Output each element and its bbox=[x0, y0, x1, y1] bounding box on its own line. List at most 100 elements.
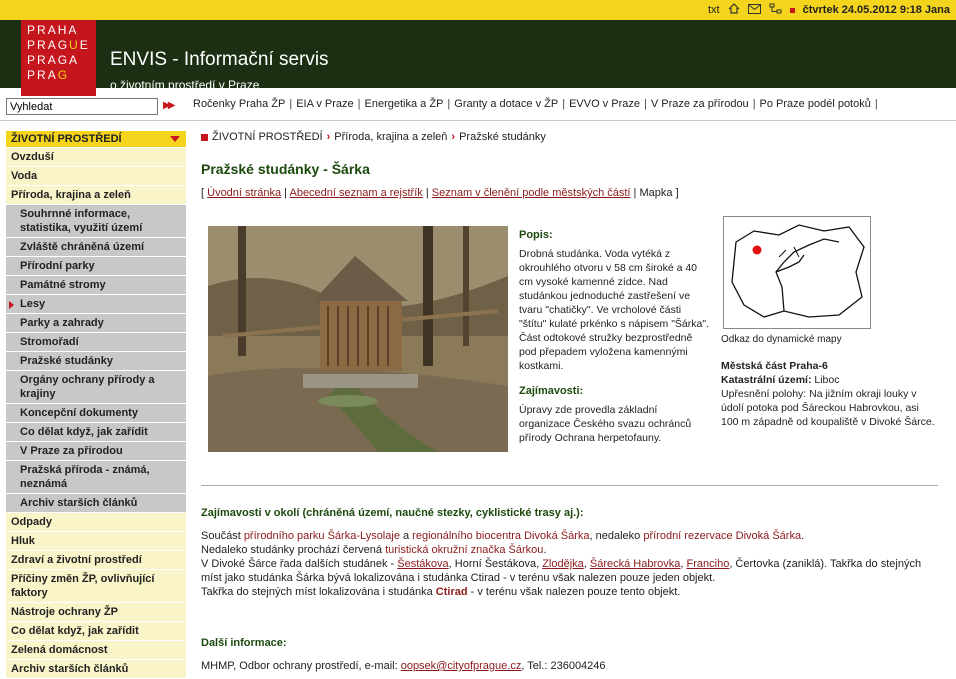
nav-item[interactable]: V Praze za přírodou bbox=[651, 98, 749, 110]
search-button[interactable]: ▶▶ bbox=[163, 100, 176, 111]
ctirad-link[interactable]: Ctirad bbox=[436, 586, 468, 598]
surroundings: Zajímavosti v okolí (chráněná území, nau… bbox=[201, 506, 941, 599]
nav-item[interactable]: Energetika a ŽP bbox=[365, 98, 444, 110]
sidebar-item[interactable]: Zelená domácnost bbox=[6, 641, 186, 660]
sidebar-item[interactable]: Pražská příroda - známá, neznámá bbox=[6, 461, 186, 494]
main-content: ŽIVOTNÍ PROSTŘEDÍ › Příroda, krajina a z… bbox=[201, 131, 941, 672]
logo-letter: A bbox=[47, 23, 58, 37]
sidebar-item[interactable]: Orgány ochrany přírody a krajiny bbox=[6, 371, 186, 404]
sidebar-item[interactable]: Voda bbox=[6, 167, 186, 186]
app-subtitle: o životním prostředí v Praze bbox=[110, 78, 260, 92]
location-detail: Upřesnění polohy: Na jižním okraji louky… bbox=[721, 388, 935, 428]
sidebar-item[interactable]: Odpady bbox=[6, 513, 186, 532]
nav-separator: | bbox=[289, 98, 293, 110]
nav-separator: | bbox=[357, 98, 361, 110]
spring-link[interactable]: Šestákova bbox=[397, 558, 448, 570]
biocentre-link[interactable]: regionálního biocentra Divoká Šárka bbox=[412, 530, 589, 542]
date-time: čtvrtek 24.05.2012 9:18 Jana bbox=[802, 4, 950, 16]
sitemap-icon[interactable] bbox=[769, 3, 782, 17]
divider bbox=[201, 485, 938, 486]
bracket: [ bbox=[201, 187, 205, 199]
spring-link[interactable]: Franciho bbox=[687, 558, 730, 570]
sidebar-item[interactable]: Co dělat když, jak zařídit bbox=[6, 622, 186, 641]
sidebar-item[interactable]: Památné stromy bbox=[6, 276, 186, 295]
logo-letter: P bbox=[27, 38, 38, 52]
nav-item[interactable]: Granty a dotace v ŽP bbox=[454, 98, 558, 110]
sidebar-item[interactable]: Souhrnné informace, statistika, využití … bbox=[6, 205, 186, 238]
chevron-right-icon: › bbox=[326, 131, 331, 143]
sidebar-item[interactable]: Přírodní parky bbox=[6, 257, 186, 276]
spring-photo bbox=[208, 226, 508, 452]
link-by-district[interactable]: Seznam v členění podle městských částí bbox=[432, 187, 631, 199]
sidebar-item[interactable]: Ovzduší bbox=[6, 148, 186, 167]
sep: | bbox=[284, 187, 288, 199]
spring-link[interactable]: Šárecká Habrovka bbox=[590, 558, 681, 570]
sidebar-item[interactable]: Zvláště chráněná území bbox=[6, 238, 186, 257]
spring-link[interactable]: Zlodějka bbox=[542, 558, 584, 570]
status-dot bbox=[789, 7, 795, 13]
sidebar-item[interactable]: Koncepční dokumenty bbox=[6, 404, 186, 423]
nav-separator: | bbox=[643, 98, 647, 110]
email-link[interactable]: oopsek@cityofprague.cz bbox=[401, 660, 522, 672]
home-icon[interactable] bbox=[728, 3, 740, 17]
logo-letter: U bbox=[69, 38, 80, 52]
bracket: ] bbox=[675, 187, 679, 199]
highlights-text: Úpravy zde provedla základní organizace … bbox=[519, 404, 692, 444]
trail-link[interactable]: turistická okružní značka Šárkou bbox=[385, 544, 543, 556]
sidebar-item[interactable]: Pražské studánky bbox=[6, 352, 186, 371]
sidebar-item[interactable]: V Praze za přírodou bbox=[6, 442, 186, 461]
chevron-down-icon bbox=[170, 136, 180, 142]
logo-letter: R bbox=[37, 68, 48, 82]
nav-separator: | bbox=[752, 98, 756, 110]
text: , Tel.: 236004246 bbox=[521, 660, 606, 672]
link-intro[interactable]: Úvodní stránka bbox=[207, 187, 281, 199]
logo-letter: P bbox=[27, 53, 38, 67]
surroundings-title: Zajímavosti v okolí (chráněná území, nau… bbox=[201, 507, 584, 519]
txt-link[interactable]: txt bbox=[708, 4, 720, 16]
app-title: ENVIS - Informační servis bbox=[110, 49, 329, 70]
sidebar-head[interactable]: ŽIVOTNÍ PROSTŘEDÍ bbox=[6, 131, 186, 148]
prague-map[interactable] bbox=[723, 216, 871, 329]
breadcrumb: ŽIVOTNÍ PROSTŘEDÍ › Příroda, krajina a z… bbox=[201, 131, 941, 143]
nav-item[interactable]: EIA v Praze bbox=[296, 98, 353, 110]
sidebar-item[interactable]: Lesy bbox=[6, 295, 186, 314]
sidebar-item[interactable]: Nástroje ochrany ŽP bbox=[6, 603, 186, 622]
logo-letter: R bbox=[37, 38, 48, 52]
logo-letter: A bbox=[69, 53, 80, 67]
sidebar-item[interactable]: Co dělat když, jak zařídit bbox=[6, 423, 186, 442]
sidebar-item[interactable]: Zdraví a životní prostředí bbox=[6, 551, 186, 570]
mail-icon[interactable] bbox=[747, 3, 761, 17]
sidebar-head-label: ŽIVOTNÍ PROSTŘEDÍ bbox=[11, 133, 122, 145]
sidebar-item[interactable]: Hluk bbox=[6, 532, 186, 551]
search-input[interactable] bbox=[6, 98, 158, 115]
logo-line: PRAG bbox=[27, 68, 96, 83]
surroundings-p2: Nedaleko studánky prochází červená turis… bbox=[201, 543, 941, 557]
page-title: Pražské studánky - Šárka bbox=[201, 161, 370, 177]
sidebar-item[interactable]: Stromořadí bbox=[6, 333, 186, 352]
top-nav: Ročenky Praha ŽP | EIA v Praze | Energetika … bbox=[193, 98, 882, 110]
breadcrumb-item[interactable]: Příroda, krajina a zeleň bbox=[334, 131, 447, 143]
nature-park-link[interactable]: přírodního parku Šárka-Lysolaje bbox=[244, 530, 400, 542]
description-text: Drobná studánka. Voda vytéká z okrouhléh… bbox=[519, 248, 709, 372]
sub-links: [ Úvodní stránka | Abecední seznam a rej… bbox=[201, 187, 679, 199]
nav-item[interactable]: Po Praze podél potoků bbox=[760, 98, 871, 110]
sep: | bbox=[425, 187, 429, 199]
logo[interactable]: PRAHA PRAGUE PRAGA PRAG bbox=[21, 20, 96, 96]
logo-letter: H bbox=[57, 23, 69, 37]
sep: | bbox=[633, 187, 637, 199]
link-alphabetical[interactable]: Abecední seznam a rejstřík bbox=[289, 187, 422, 199]
sidebar-item[interactable]: Příčiny změn ŽP, ovlivňující faktory bbox=[6, 570, 186, 603]
nav-item[interactable]: Ročenky Praha ŽP bbox=[193, 98, 285, 110]
map-caption[interactable]: Odkaz do dynamické mapy bbox=[721, 334, 842, 345]
reserve-link[interactable]: přírodní rezervace Divoká Šárka bbox=[643, 530, 801, 542]
logo-letter: P bbox=[27, 68, 38, 82]
sidebar-item[interactable]: Archiv starších článků bbox=[6, 494, 186, 513]
breadcrumb-item[interactable]: ŽIVOTNÍ PROSTŘEDÍ bbox=[212, 131, 323, 143]
sidebar-item[interactable]: Parky a zahrady bbox=[6, 314, 186, 333]
sidebar-item[interactable]: Příroda, krajina a zeleň bbox=[6, 186, 186, 205]
sidebar-item[interactable]: Archiv starších článků bbox=[6, 660, 186, 679]
logo-letter: E bbox=[79, 38, 90, 52]
nav-item[interactable]: EVVO v Praze bbox=[569, 98, 640, 110]
sidebar: ŽIVOTNÍ PROSTŘEDÍ Ovzduší Voda Příroda, kr… bbox=[6, 131, 186, 679]
location-info: Městská část Praha-6 Katastrální území: … bbox=[721, 359, 936, 429]
